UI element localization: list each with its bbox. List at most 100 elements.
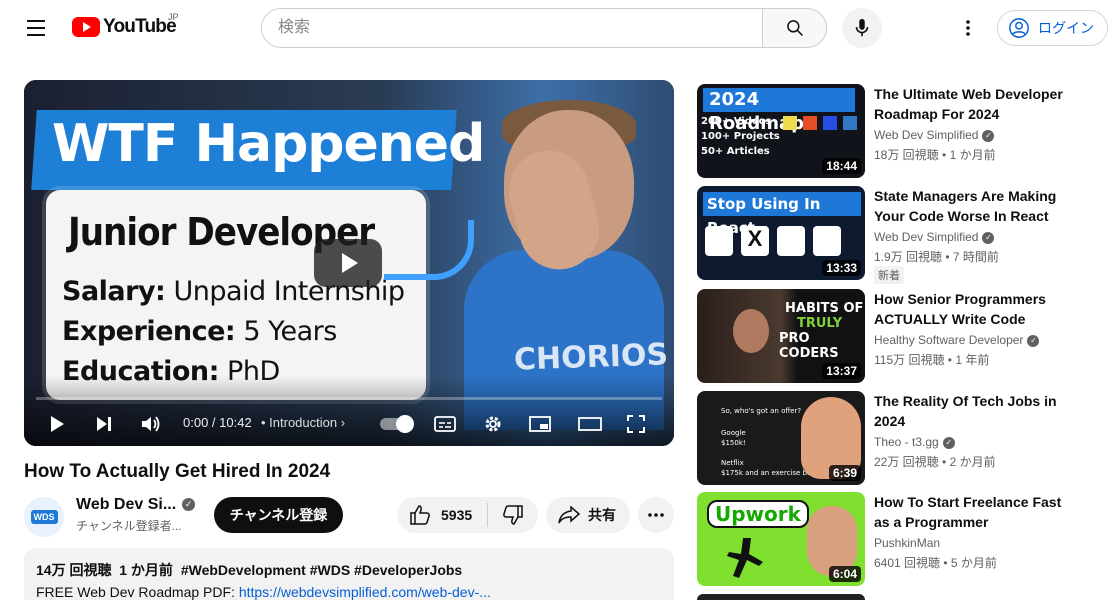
search-input[interactable]: [262, 9, 762, 47]
voice-search-button[interactable]: [842, 8, 882, 48]
video-player[interactable]: WTF Happened Junior Developer Salary: Un…: [24, 80, 674, 446]
description-text: FREE Web Dev Roadmap PDF: https://webdev…: [36, 584, 491, 600]
presenter-image: CHORIOS: [464, 90, 669, 430]
like-button[interactable]: 5935: [397, 497, 487, 533]
library-logo: X: [741, 226, 769, 256]
subscriber-count: チャンネル登録者...: [76, 519, 182, 533]
channel-avatar[interactable]: WDS: [24, 497, 64, 537]
recommended-video[interactable]: Stop Using In React X 13:33 State Manage…: [697, 186, 1109, 284]
recommended-stats: 22万 回視聴 • 2 か月前: [874, 455, 996, 469]
skip-next-icon: [97, 417, 111, 431]
recommended-channel: Web Dev Simplified ✓: [874, 230, 995, 244]
share-button[interactable]: 共有: [546, 497, 630, 533]
subscribe-button[interactable]: チャンネル登録: [214, 497, 343, 533]
verified-icon: ✓: [982, 129, 995, 142]
dislike-button[interactable]: [488, 497, 538, 533]
presenter-image: [733, 309, 769, 353]
settings-button[interactable]: [483, 412, 503, 436]
thumbnail-line: Experience: 5 Years: [62, 316, 337, 347]
recommended-stats: 18万 回視聴 • 1 か月前: [874, 148, 996, 162]
large-play-button[interactable]: [314, 239, 382, 287]
horizontal-dots-icon: [648, 513, 664, 517]
share-label: 共有: [588, 507, 616, 523]
country-code: JP: [168, 12, 179, 22]
recommended-channel: Web Dev Simplified ✓: [874, 128, 995, 142]
theater-icon: [578, 417, 602, 431]
video-thumbnail: 2024 Roadmap 200+ Videos 100+ Projects 5…: [697, 84, 865, 178]
description-meta: 14万 回視聴 1 か月前 #WebDevelopment #WDS #Deve…: [36, 560, 662, 580]
recommended-channel: Healthy Software Developer ✓: [874, 333, 1040, 347]
verified-icon: ✓: [182, 498, 196, 512]
video-duration: 13:33: [822, 260, 861, 276]
recommended-channel: Theo - t3.gg ✓: [874, 435, 955, 449]
html-icon: [803, 116, 817, 130]
next-button[interactable]: [94, 412, 114, 436]
recommended-video[interactable]: HABITS OF TRULY PRO CODERS 13:37 How Sen…: [697, 289, 1109, 383]
video-thumbnail: Upwork 6:04: [697, 492, 865, 586]
theater-mode-button[interactable]: [578, 412, 602, 436]
recommended-video[interactable]: So, who's got an offer? Google $150k! Ne…: [697, 391, 1109, 485]
recommended-title: How To Start Freelance Fast as a Program…: [874, 494, 1062, 530]
runner-icon: [727, 538, 763, 578]
recommended-title: The Reality Of Tech Jobs in 2024: [874, 393, 1057, 429]
time-display: 0:00 / 10:42: [183, 415, 252, 430]
library-logo: [777, 226, 805, 256]
thumbs-up-icon: [410, 505, 430, 525]
youtube-logo[interactable]: YouTube JP: [72, 12, 179, 38]
recommended-title: How Senior Programmers ACTUALLY Write Co…: [874, 291, 1046, 327]
volume-button[interactable]: [140, 412, 162, 436]
login-button[interactable]: ログイン: [997, 10, 1108, 46]
recommended-title: State Managers Are Making Your Code Wors…: [874, 188, 1057, 224]
video-title: How To Actually Get Hired In 2024: [24, 461, 331, 482]
autoplay-toggle[interactable]: [378, 412, 414, 436]
js-icon: [783, 116, 797, 130]
menu-icon[interactable]: [22, 16, 50, 40]
miniplayer-icon: [529, 416, 551, 432]
logo-text: YouTube: [103, 16, 177, 37]
player-controls: 0:00 / 10:42 • Introduction ›: [24, 400, 674, 446]
play-button[interactable]: [48, 412, 66, 436]
verified-icon: ✓: [1027, 334, 1040, 347]
recommended-video-partial[interactable]: [697, 594, 865, 600]
settings-more-button[interactable]: [955, 16, 981, 40]
captions-icon: [434, 416, 456, 432]
search-button[interactable]: [762, 9, 826, 47]
microphone-icon: [855, 18, 869, 37]
youtube-play-icon: [72, 17, 100, 37]
miniplayer-button[interactable]: [529, 412, 551, 436]
video-thumbnail: Stop Using In React X 13:33: [697, 186, 865, 280]
subtitles-button[interactable]: [434, 412, 456, 436]
account-icon: [1009, 18, 1029, 38]
recommended-stats: 1.9万 回視聴 • 7 時間前: [874, 250, 999, 264]
ts-icon: [843, 116, 857, 130]
recommended-stats: 115万 回視聴 • 1 年前: [874, 353, 990, 367]
roadmap-link[interactable]: https://webdevsimplified.com/web-dev-...: [239, 584, 491, 600]
video-duration: 6:39: [828, 465, 861, 481]
channel-name[interactable]: Web Dev Si... ✓: [76, 496, 196, 514]
recommended-title: The Ultimate Web Developer Roadmap For 2…: [874, 86, 1063, 122]
recommended-video[interactable]: 2024 Roadmap 200+ Videos 100+ Projects 5…: [697, 84, 1109, 178]
search-icon: [786, 20, 803, 37]
like-dislike-group: 5935: [397, 497, 538, 533]
verified-icon: ✓: [942, 436, 955, 449]
video-duration: 6:04: [828, 566, 861, 582]
new-badge: 新着: [874, 266, 904, 284]
play-icon: [51, 416, 64, 432]
hashtags[interactable]: #WebDevelopment #WDS #DeveloperJobs: [181, 562, 462, 578]
share-icon: [558, 506, 580, 524]
library-logo: [705, 226, 733, 256]
description-box[interactable]: 14万 回視聴 1 か月前 #WebDevelopment #WDS #Deve…: [24, 548, 674, 600]
gear-icon: [485, 416, 501, 432]
more-actions-button[interactable]: [638, 497, 674, 533]
thumbnail-banner-text: WTF Happened: [52, 114, 485, 174]
fullscreen-button[interactable]: [626, 412, 646, 436]
search-box: [261, 8, 827, 48]
thumbs-down-icon: [503, 505, 523, 525]
recommended-stats: 6401 回視聴 • 5 か月前: [874, 556, 997, 570]
chapter-title[interactable]: • Introduction ›: [261, 415, 345, 430]
recommended-video[interactable]: Upwork 6:04 How To Start Freelance Fast …: [697, 492, 1109, 586]
video-thumbnail: So, who's got an offer? Google $150k! Ne…: [697, 391, 865, 485]
vertical-dots-icon: [966, 20, 970, 36]
masthead: YouTube JP ログイン: [0, 0, 1109, 56]
fullscreen-icon: [627, 415, 645, 433]
